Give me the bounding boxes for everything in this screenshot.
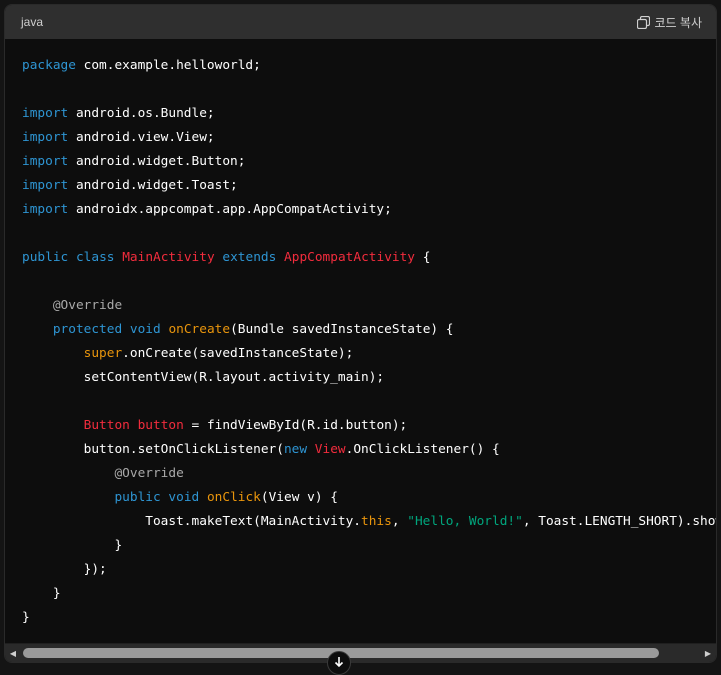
code-line: protected void onCreate(Bundle savedInst… [22,318,716,342]
code-token: package [22,58,76,73]
code-line: }); [22,558,716,582]
code-token: button [137,418,184,433]
code-token: import [22,202,69,217]
code-token: public [114,490,161,505]
code-line: import androidx.appcompat.app.AppCompatA… [22,198,716,222]
code-line: import android.widget.Toast; [22,174,716,198]
code-line: Button button = findViewById(R.id.button… [22,414,716,438]
scroll-to-bottom-button[interactable] [327,651,351,675]
code-line: } [22,534,716,558]
code-token: { [415,250,431,265]
code-token: "Hello, World!" [407,514,523,529]
code-token: , [391,514,408,529]
code-token: android.view.View; [68,130,215,145]
code-token: onCreate [168,322,231,337]
code-token: this [361,514,392,529]
code-token: setContentView(R.layout.activity_main); [22,370,385,385]
code-token: onClick [206,490,261,505]
chevron-right-icon: ▶ [704,648,712,658]
code-token: MainActivity [122,250,215,265]
code-token: protected [52,322,123,337]
copy-code-button[interactable]: 코드 복사 [636,14,703,31]
code-token: androidx.appcompat.app.AppCompatActivity… [68,202,392,217]
code-token: }); [22,562,107,577]
code-token: } [22,610,30,625]
code-line: button.setOnClickListener(new View.OnCli… [22,438,716,462]
code-line: import android.os.Bundle; [22,102,716,126]
code-token: button.setOnClickListener( [22,442,284,457]
code-token: } [22,538,123,553]
code-token: android.widget.Toast; [68,178,238,193]
code-line: super.onCreate(savedInstanceState); [22,342,716,366]
code-line: @Override [22,294,716,318]
code-token: .onCreate(savedInstanceState); [122,346,354,361]
code-token: (View v) { [260,490,338,505]
copy-icon [636,15,650,29]
code-token: import [22,154,69,169]
horizontal-scrollbar[interactable]: ◀ ▶ [5,643,716,662]
code-area[interactable]: package com.example.helloworld; import an… [5,39,716,640]
code-token: View [314,442,346,457]
code-line: } [22,606,716,630]
code-token: Button [83,418,130,433]
code-token: android.widget.Button; [68,154,246,169]
code-token: new [283,442,308,457]
copy-code-label: 코드 복사 [654,15,703,30]
code-block: java 코드 복사 package com.example.helloworl… [4,4,717,663]
code-token: } [22,586,61,601]
code-token: void [129,322,161,337]
language-label: java [21,15,44,29]
code-token: import [22,106,69,121]
code-line: setContentView(R.layout.activity_main); [22,366,716,390]
code-token: @Override [114,466,184,481]
code-text: package com.example.helloworld; import an… [5,39,716,630]
chevron-left-icon: ◀ [9,648,17,658]
code-token: AppCompatActivity [284,250,416,265]
code-line: import android.widget.Button; [22,150,716,174]
code-token: extends [222,250,277,265]
code-token: = findViewById(R.id.button); [183,418,408,433]
arrow-down-icon [333,652,345,673]
code-line: public void onClick(View v) { [22,486,716,510]
code-block-header: java 코드 복사 [5,5,716,39]
code-token: com.example.helloworld; [75,58,261,73]
code-token: @Override [52,298,123,313]
code-line: } [22,582,716,606]
code-token: import [22,178,69,193]
scroll-left-button[interactable]: ◀ [5,644,21,662]
code-line: @Override [22,462,716,486]
code-token: super [83,346,123,361]
code-token: class [75,250,115,265]
code-token: public [22,250,69,265]
code-token: import [22,130,69,145]
code-token: Toast.makeText(MainActivity. [22,514,361,529]
code-line: import android.view.View; [22,126,716,150]
code-line: package com.example.helloworld; [22,54,716,78]
code-token: , Toast.LENGTH_SHORT).show(); [522,514,716,529]
code-line: Toast.makeText(MainActivity.this, "Hello… [22,510,716,534]
code-token: (Bundle savedInstanceState) { [230,322,454,337]
scroll-right-button[interactable]: ▶ [700,644,716,662]
code-token: .OnClickListener() { [345,442,500,457]
code-line: public class MainActivity extends AppCom… [22,246,716,270]
code-token: void [168,490,200,505]
code-token: android.os.Bundle; [68,106,215,121]
